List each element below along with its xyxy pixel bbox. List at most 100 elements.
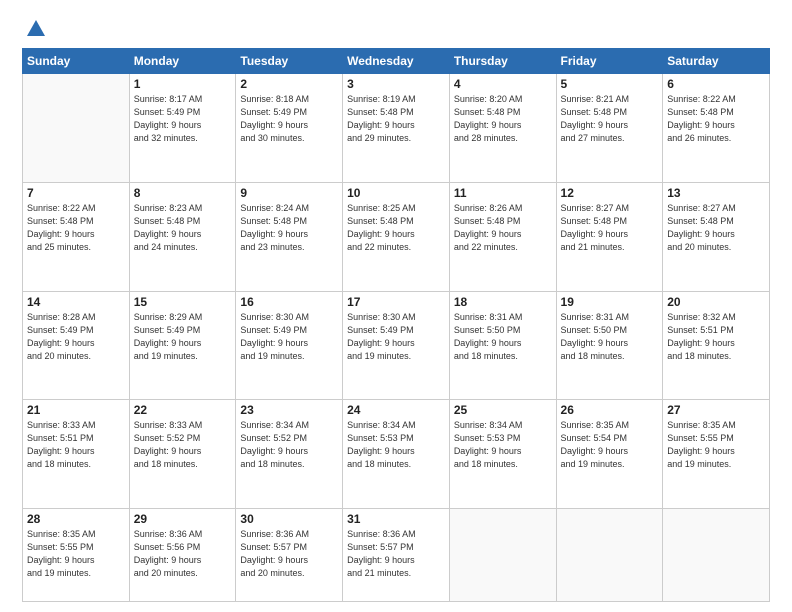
table-row: 5 Sunrise: 8:21 AMSunset: 5:48 PMDaylight…	[556, 74, 663, 183]
logo-text	[22, 18, 47, 40]
table-row: 4Sunrise: 8:20 AMSunset: 5:48 PMDaylight…	[449, 74, 556, 183]
col-saturday: Saturday	[663, 49, 770, 74]
table-row: 20 Sunrise: 8:32 AMSunset: 5:51 PMDayligh…	[663, 291, 770, 400]
day-number: 26	[561, 403, 659, 417]
day-number: 21	[27, 403, 125, 417]
calendar-header-row: Sunday Monday Tuesday Wednesday Thursday…	[23, 49, 770, 74]
table-row	[449, 509, 556, 602]
day-info: Sunrise: 8:19 AMSunset: 5:48 PMDaylight:…	[347, 93, 445, 145]
day-info: Sunrise: 8:27 AMSunset: 5:48 PMDaylight:…	[667, 202, 765, 254]
day-number: 17	[347, 295, 445, 309]
day-info: Sunrise: 8:21 AMSunset: 5:48 PMDaylight:…	[561, 93, 659, 145]
day-info: Sunrise: 8:34 AMSunset: 5:53 PMDaylight:…	[347, 419, 445, 471]
table-row: 6 Sunrise: 8:22 AMSunset: 5:48 PMDaylight…	[663, 74, 770, 183]
table-row: 19 Sunrise: 8:31 AMSunset: 5:50 PMDayligh…	[556, 291, 663, 400]
day-info: Sunrise: 8:35 AMSunset: 5:55 PMDaylight:…	[667, 419, 765, 471]
table-row: 11Sunrise: 8:26 AMSunset: 5:48 PMDayligh…	[449, 182, 556, 291]
table-row	[663, 509, 770, 602]
day-number: 8	[134, 186, 232, 200]
col-friday: Friday	[556, 49, 663, 74]
table-row: 1 Sunrise: 8:17 AMSunset: 5:49 PMDaylight…	[129, 74, 236, 183]
day-number: 18	[454, 295, 552, 309]
day-info: Sunrise: 8:31 AMSunset: 5:50 PMDaylight:…	[454, 311, 552, 363]
day-info: Sunrise: 8:20 AMSunset: 5:48 PMDaylight:…	[454, 93, 552, 145]
table-row: 10 Sunrise: 8:25 AMSunset: 5:48 PMDayligh…	[343, 182, 450, 291]
day-info: Sunrise: 8:31 AMSunset: 5:50 PMDaylight:…	[561, 311, 659, 363]
day-info: Sunrise: 8:28 AMSunset: 5:49 PMDaylight:…	[27, 311, 125, 363]
col-thursday: Thursday	[449, 49, 556, 74]
day-info: Sunrise: 8:36 AMSunset: 5:56 PMDaylight:…	[134, 528, 232, 580]
day-number: 10	[347, 186, 445, 200]
day-info: Sunrise: 8:25 AMSunset: 5:48 PMDaylight:…	[347, 202, 445, 254]
table-row	[556, 509, 663, 602]
day-number: 20	[667, 295, 765, 309]
day-number: 2	[240, 77, 338, 91]
table-row: 25 Sunrise: 8:34 AMSunset: 5:53 PMDayligh…	[449, 400, 556, 509]
table-row: 2 Sunrise: 8:18 AMSunset: 5:49 PMDaylight…	[236, 74, 343, 183]
day-info: Sunrise: 8:23 AMSunset: 5:48 PMDaylight:…	[134, 202, 232, 254]
table-row: 23 Sunrise: 8:34 AMSunset: 5:52 PMDayligh…	[236, 400, 343, 509]
day-number: 15	[134, 295, 232, 309]
day-info: Sunrise: 8:33 AMSunset: 5:52 PMDaylight:…	[134, 419, 232, 471]
table-row: 9 Sunrise: 8:24 AMSunset: 5:48 PMDaylight…	[236, 182, 343, 291]
day-info: Sunrise: 8:26 AMSunset: 5:48 PMDaylight:…	[454, 202, 552, 254]
day-number: 30	[240, 512, 338, 526]
day-number: 9	[240, 186, 338, 200]
header	[22, 18, 770, 40]
table-row: 8 Sunrise: 8:23 AMSunset: 5:48 PMDaylight…	[129, 182, 236, 291]
day-info: Sunrise: 8:34 AMSunset: 5:52 PMDaylight:…	[240, 419, 338, 471]
day-info: Sunrise: 8:18 AMSunset: 5:49 PMDaylight:…	[240, 93, 338, 145]
col-monday: Monday	[129, 49, 236, 74]
col-wednesday: Wednesday	[343, 49, 450, 74]
day-number: 7	[27, 186, 125, 200]
day-number: 23	[240, 403, 338, 417]
day-number: 25	[454, 403, 552, 417]
logo	[22, 18, 47, 40]
day-number: 13	[667, 186, 765, 200]
table-row: 28 Sunrise: 8:35 AMSunset: 5:55 PMDayligh…	[23, 509, 130, 602]
day-info: Sunrise: 8:32 AMSunset: 5:51 PMDaylight:…	[667, 311, 765, 363]
table-row: 12Sunrise: 8:27 AMSunset: 5:48 PMDayligh…	[556, 182, 663, 291]
table-row	[23, 74, 130, 183]
table-row: 30 Sunrise: 8:36 AMSunset: 5:57 PMDayligh…	[236, 509, 343, 602]
day-info: Sunrise: 8:34 AMSunset: 5:53 PMDaylight:…	[454, 419, 552, 471]
table-row: 29 Sunrise: 8:36 AMSunset: 5:56 PMDayligh…	[129, 509, 236, 602]
day-info: Sunrise: 8:29 AMSunset: 5:49 PMDaylight:…	[134, 311, 232, 363]
day-info: Sunrise: 8:33 AMSunset: 5:51 PMDaylight:…	[27, 419, 125, 471]
col-sunday: Sunday	[23, 49, 130, 74]
day-number: 29	[134, 512, 232, 526]
day-info: Sunrise: 8:36 AMSunset: 5:57 PMDaylight:…	[240, 528, 338, 580]
day-number: 14	[27, 295, 125, 309]
table-row: 3 Sunrise: 8:19 AMSunset: 5:48 PMDaylight…	[343, 74, 450, 183]
day-info: Sunrise: 8:30 AMSunset: 5:49 PMDaylight:…	[240, 311, 338, 363]
day-number: 27	[667, 403, 765, 417]
day-number: 5	[561, 77, 659, 91]
day-number: 31	[347, 512, 445, 526]
table-row: 18 Sunrise: 8:31 AMSunset: 5:50 PMDayligh…	[449, 291, 556, 400]
day-info: Sunrise: 8:36 AMSunset: 5:57 PMDaylight:…	[347, 528, 445, 580]
day-number: 19	[561, 295, 659, 309]
table-row: 22 Sunrise: 8:33 AMSunset: 5:52 PMDayligh…	[129, 400, 236, 509]
day-number: 22	[134, 403, 232, 417]
table-row: 24Sunrise: 8:34 AMSunset: 5:53 PMDayligh…	[343, 400, 450, 509]
day-number: 3	[347, 77, 445, 91]
col-tuesday: Tuesday	[236, 49, 343, 74]
table-row: 31 Sunrise: 8:36 AMSunset: 5:57 PMDayligh…	[343, 509, 450, 602]
day-number: 12	[561, 186, 659, 200]
day-number: 16	[240, 295, 338, 309]
day-info: Sunrise: 8:35 AMSunset: 5:55 PMDaylight:…	[27, 528, 125, 580]
day-info: Sunrise: 8:30 AMSunset: 5:49 PMDaylight:…	[347, 311, 445, 363]
table-row: 7Sunrise: 8:22 AMSunset: 5:48 PMDaylight…	[23, 182, 130, 291]
day-number: 6	[667, 77, 765, 91]
day-number: 28	[27, 512, 125, 526]
day-info: Sunrise: 8:22 AMSunset: 5:48 PMDaylight:…	[667, 93, 765, 145]
table-row: 13 Sunrise: 8:27 AMSunset: 5:48 PMDayligh…	[663, 182, 770, 291]
day-info: Sunrise: 8:24 AMSunset: 5:48 PMDaylight:…	[240, 202, 338, 254]
table-row: 26Sunrise: 8:35 AMSunset: 5:54 PMDayligh…	[556, 400, 663, 509]
logo-icon	[25, 18, 47, 40]
page: Sunday Monday Tuesday Wednesday Thursday…	[0, 0, 792, 612]
day-number: 1	[134, 77, 232, 91]
table-row: 15 Sunrise: 8:29 AMSunset: 5:49 PMDayligh…	[129, 291, 236, 400]
day-info: Sunrise: 8:17 AMSunset: 5:49 PMDaylight:…	[134, 93, 232, 145]
table-row: 27 Sunrise: 8:35 AMSunset: 5:55 PMDayligh…	[663, 400, 770, 509]
